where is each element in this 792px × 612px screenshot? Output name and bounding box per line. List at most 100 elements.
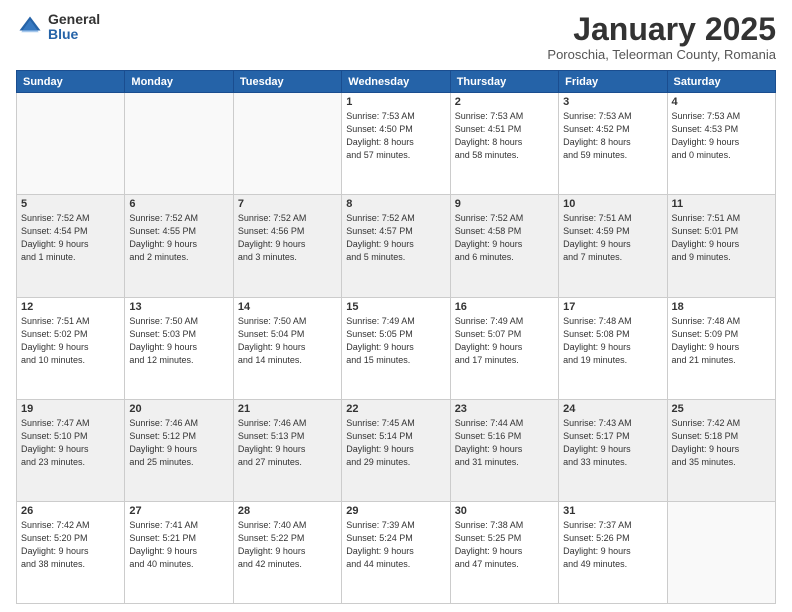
table-row: 24 Sunrise: 7:43 AM Sunset: 5:17 PM Dayli… [559,399,667,501]
page: General Blue January 2025 Poroschia, Tel… [0,0,792,612]
header-thursday: Thursday [450,71,558,93]
header-friday: Friday [559,71,667,93]
table-row: 25Sunrise: 7:42 AM Sunset: 5:18 PM Dayli… [667,399,775,501]
day-info: Sunrise: 7:45 AM Sunset: 5:14 PM Dayligh… [346,417,445,469]
table-row [125,93,233,195]
day-number: 11 [672,198,771,210]
calendar-week-row: 12Sunrise: 7:51 AM Sunset: 5:02 PM Dayli… [17,297,776,399]
header-tuesday: Tuesday [233,71,341,93]
logo-blue-text: Blue [48,27,100,42]
day-number: 28 [238,505,337,517]
table-row [667,501,775,603]
logo-text: General Blue [48,12,100,43]
header-sunday: Sunday [17,71,125,93]
day-info: Sunrise: 7:51 AM Sunset: 4:59 PM Dayligh… [563,212,662,264]
day-number: 19 [21,403,120,415]
table-row [17,93,125,195]
table-row: 7Sunrise: 7:52 AM Sunset: 4:56 PM Daylig… [233,195,341,297]
day-info: Sunrise: 7:48 AM Sunset: 5:08 PM Dayligh… [563,315,662,367]
table-row: 17Sunrise: 7:48 AM Sunset: 5:08 PM Dayli… [559,297,667,399]
table-row: 28 Sunrise: 7:40 AM Sunset: 5:22 PM Dayli… [233,501,341,603]
day-info: Sunrise: 7:43 AM Sunset: 5:17 PM Dayligh… [563,417,662,469]
table-row: 31 Sunrise: 7:37 AM Sunset: 5:26 PM Dayli… [559,501,667,603]
day-number: 13 [129,301,228,313]
day-number: 24 [563,403,662,415]
location-subtitle: Poroschia, Teleorman County, Romania [547,47,776,62]
calendar-week-row: 5 Sunrise: 7:52 AM Sunset: 4:54 PM Daylig… [17,195,776,297]
calendar-week-row: 26Sunrise: 7:42 AM Sunset: 5:20 PM Dayli… [17,501,776,603]
day-info: Sunrise: 7:50 AM Sunset: 5:04 PM Dayligh… [238,315,337,367]
day-number: 5 [21,198,120,210]
table-row: 10 Sunrise: 7:51 AM Sunset: 4:59 PM Dayli… [559,195,667,297]
day-info: Sunrise: 7:52 AM Sunset: 4:55 PM Dayligh… [129,212,228,264]
day-info: Sunrise: 7:53 AM Sunset: 4:52 PM Dayligh… [563,110,662,162]
calendar-header-row: Sunday Monday Tuesday Wednesday Thursday… [17,71,776,93]
day-info: Sunrise: 7:48 AM Sunset: 5:09 PM Dayligh… [672,315,771,367]
table-row: 1 Sunrise: 7:53 AM Sunset: 4:50 PM Daylig… [342,93,450,195]
calendar-table: Sunday Monday Tuesday Wednesday Thursday… [16,70,776,604]
day-info: Sunrise: 7:37 AM Sunset: 5:26 PM Dayligh… [563,519,662,571]
day-info: Sunrise: 7:41 AM Sunset: 5:21 PM Dayligh… [129,519,228,571]
day-info: Sunrise: 7:53 AM Sunset: 4:50 PM Dayligh… [346,110,445,162]
day-number: 16 [455,301,554,313]
header-monday: Monday [125,71,233,93]
day-info: Sunrise: 7:38 AM Sunset: 5:25 PM Dayligh… [455,519,554,571]
day-number: 7 [238,198,337,210]
day-number: 12 [21,301,120,313]
day-info: Sunrise: 7:49 AM Sunset: 5:05 PM Dayligh… [346,315,445,367]
day-number: 1 [346,96,445,108]
table-row: 2Sunrise: 7:53 AM Sunset: 4:51 PM Daylig… [450,93,558,195]
table-row: 18 Sunrise: 7:48 AM Sunset: 5:09 PM Dayli… [667,297,775,399]
day-info: Sunrise: 7:47 AM Sunset: 5:10 PM Dayligh… [21,417,120,469]
day-number: 31 [563,505,662,517]
day-number: 9 [455,198,554,210]
table-row: 19 Sunrise: 7:47 AM Sunset: 5:10 PM Dayli… [17,399,125,501]
table-row: 26Sunrise: 7:42 AM Sunset: 5:20 PM Dayli… [17,501,125,603]
day-info: Sunrise: 7:52 AM Sunset: 4:58 PM Dayligh… [455,212,554,264]
day-number: 23 [455,403,554,415]
day-number: 30 [455,505,554,517]
table-row: 13Sunrise: 7:50 AM Sunset: 5:03 PM Dayli… [125,297,233,399]
day-number: 18 [672,301,771,313]
title-block: January 2025 Poroschia, Teleorman County… [547,12,776,62]
calendar-week-row: 19 Sunrise: 7:47 AM Sunset: 5:10 PM Dayli… [17,399,776,501]
day-info: Sunrise: 7:53 AM Sunset: 4:51 PM Dayligh… [455,110,554,162]
day-number: 10 [563,198,662,210]
day-number: 29 [346,505,445,517]
day-number: 22 [346,403,445,415]
day-info: Sunrise: 7:52 AM Sunset: 4:54 PM Dayligh… [21,212,120,264]
day-number: 15 [346,301,445,313]
table-row: 22 Sunrise: 7:45 AM Sunset: 5:14 PM Dayli… [342,399,450,501]
table-row: 3Sunrise: 7:53 AM Sunset: 4:52 PM Daylig… [559,93,667,195]
day-number: 6 [129,198,228,210]
day-info: Sunrise: 7:51 AM Sunset: 5:01 PM Dayligh… [672,212,771,264]
day-info: Sunrise: 7:46 AM Sunset: 5:12 PM Dayligh… [129,417,228,469]
day-info: Sunrise: 7:39 AM Sunset: 5:24 PM Dayligh… [346,519,445,571]
day-info: Sunrise: 7:44 AM Sunset: 5:16 PM Dayligh… [455,417,554,469]
day-number: 4 [672,96,771,108]
day-number: 26 [21,505,120,517]
header-wednesday: Wednesday [342,71,450,93]
logo-icon [16,13,44,41]
table-row: 12Sunrise: 7:51 AM Sunset: 5:02 PM Dayli… [17,297,125,399]
day-info: Sunrise: 7:49 AM Sunset: 5:07 PM Dayligh… [455,315,554,367]
table-row: 16 Sunrise: 7:49 AM Sunset: 5:07 PM Dayli… [450,297,558,399]
logo: General Blue [16,12,100,43]
day-number: 8 [346,198,445,210]
day-info: Sunrise: 7:46 AM Sunset: 5:13 PM Dayligh… [238,417,337,469]
table-row: 23 Sunrise: 7:44 AM Sunset: 5:16 PM Dayli… [450,399,558,501]
day-number: 25 [672,403,771,415]
day-number: 20 [129,403,228,415]
table-row: 15 Sunrise: 7:49 AM Sunset: 5:05 PM Dayli… [342,297,450,399]
day-number: 21 [238,403,337,415]
table-row: 20 Sunrise: 7:46 AM Sunset: 5:12 PM Dayli… [125,399,233,501]
table-row: 30 Sunrise: 7:38 AM Sunset: 5:25 PM Dayli… [450,501,558,603]
header-saturday: Saturday [667,71,775,93]
table-row: 21 Sunrise: 7:46 AM Sunset: 5:13 PM Dayli… [233,399,341,501]
table-row: 5 Sunrise: 7:52 AM Sunset: 4:54 PM Daylig… [17,195,125,297]
table-row: 29 Sunrise: 7:39 AM Sunset: 5:24 PM Dayli… [342,501,450,603]
day-info: Sunrise: 7:40 AM Sunset: 5:22 PM Dayligh… [238,519,337,571]
table-row [233,93,341,195]
table-row: 27Sunrise: 7:41 AM Sunset: 5:21 PM Dayli… [125,501,233,603]
day-info: Sunrise: 7:53 AM Sunset: 4:53 PM Dayligh… [672,110,771,162]
